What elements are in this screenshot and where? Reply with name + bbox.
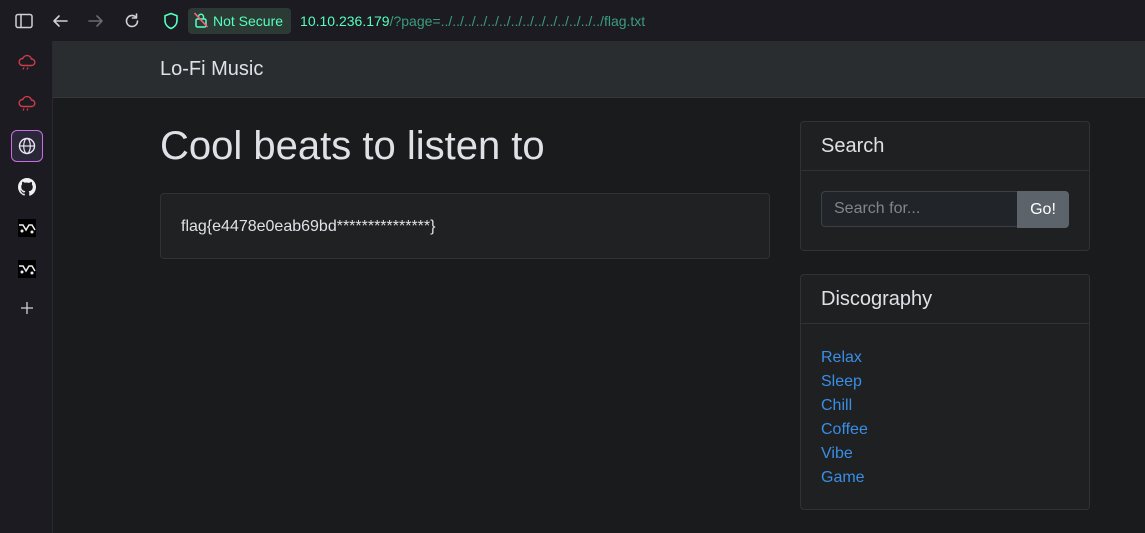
discography-card: Discography Relax Sleep Chill Coffee Vib… [800,274,1090,510]
go-button[interactable]: Go! [1017,191,1069,228]
page-title: Cool beats to listen to [160,124,545,168]
list-item: Vibe [821,442,1069,466]
extension-icon[interactable] [11,212,43,244]
globe-icon[interactable] [11,130,43,162]
discography-list: Relax Sleep Chill Coffee Vibe Game [801,324,1089,490]
discography-link-chill[interactable]: Chill [821,397,852,414]
list-item: Game [821,466,1069,490]
extension-icon[interactable] [11,253,43,285]
cloud-icon[interactable] [11,87,43,119]
extension-sidebar [0,41,53,533]
not-secure-label: Not Secure [213,13,284,29]
cloud-icon[interactable] [11,46,43,78]
page-content: Lo-Fi Music Cool beats to listen to flag… [53,41,1145,533]
list-item: Coffee [821,418,1069,442]
browser-toolbar: Not Secure 10.10.236.179/?page=../../../… [0,0,1145,42]
back-icon[interactable] [49,10,71,32]
not-secure-badge[interactable]: Not Secure [188,8,292,34]
reload-icon[interactable] [121,10,143,32]
list-item: Chill [821,394,1069,418]
github-icon[interactable] [11,171,43,203]
insecure-lock-icon [193,11,209,31]
site-navbar: Lo-Fi Music [53,41,1145,98]
url-text[interactable]: 10.10.236.179/?page=../../../../../../..… [300,13,645,29]
discography-link-sleep[interactable]: Sleep [821,373,862,390]
sidebar-toggle-icon[interactable] [13,10,35,32]
url-bar[interactable]: Not Secure 10.10.236.179/?page=../../../… [157,7,1137,35]
content-card: flag{e4478e0eab69bd***************} [160,193,770,259]
forward-icon[interactable] [85,10,107,32]
discography-link-vibe[interactable]: Vibe [821,445,853,462]
url-path: /?page=../../../../../../../../../../../… [389,13,646,29]
discography-card-title: Discography [801,275,1089,324]
plus-icon[interactable] [11,292,43,324]
discography-link-coffee[interactable]: Coffee [821,421,868,438]
list-item: Sleep [821,370,1069,394]
url-host: 10.10.236.179 [300,13,390,29]
discography-link-relax[interactable]: Relax [821,349,862,366]
site-brand[interactable]: Lo-Fi Music [160,58,263,81]
discography-link-game[interactable]: Game [821,469,865,486]
list-item: Relax [821,346,1069,370]
search-card-title: Search [801,122,1089,171]
flag-text: flag{e4478e0eab69bd***************} [181,218,436,235]
shield-icon[interactable] [160,10,182,32]
search-card: Search Go! [800,121,1090,251]
search-input[interactable] [821,191,1017,227]
